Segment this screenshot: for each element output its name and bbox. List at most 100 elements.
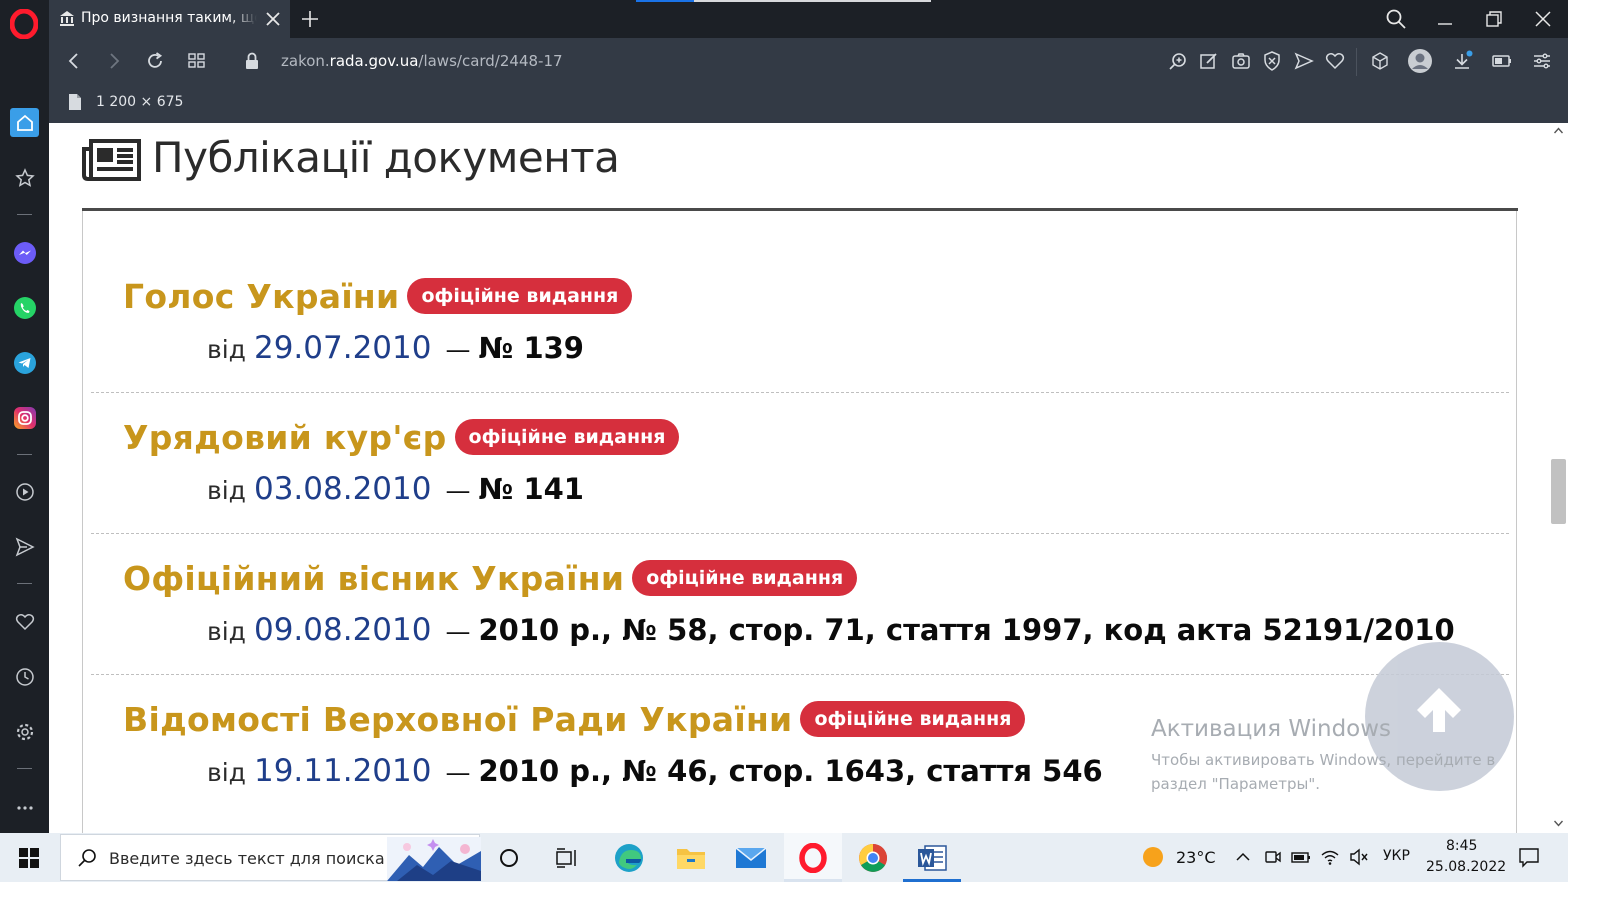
official-badge: офіційне видання [454,419,680,455]
home-icon[interactable] [10,108,39,137]
chevron-up-icon[interactable] [1233,847,1253,867]
dash: — [445,758,471,787]
dash: — [445,476,471,505]
battery-saver-icon[interactable] [1491,50,1513,72]
opera-logo-icon[interactable] [10,9,38,39]
tab-active[interactable]: Про визнання таким, що втратив чинність [49,0,290,38]
star-icon[interactable] [10,163,39,192]
history-icon[interactable] [10,662,39,691]
from-label: від [207,476,246,505]
page-title: Публікації документа [152,133,620,182]
telegram-icon[interactable] [10,348,39,377]
whatsapp-icon[interactable] [10,293,39,322]
activation-text: Чтобы активировать Windows, перейдите в … [1151,751,1496,793]
close-tab-icon[interactable] [263,9,283,29]
publication-name[interactable]: Голос України [123,277,399,316]
folder-icon [677,848,705,869]
activation-title: Активация Windows [1151,716,1392,742]
file-explorer-app[interactable] [662,833,720,882]
publication-date[interactable]: 19.11.2010 [254,753,432,789]
instagram-icon[interactable] [10,403,39,432]
notification-center-icon[interactable] [1518,846,1540,868]
publication-date[interactable]: 29.07.2010 [254,330,432,366]
extensions-icon[interactable] [1369,50,1391,72]
toolbar-divider [1356,48,1357,76]
scroll-thumb[interactable] [1551,459,1566,524]
player-icon[interactable] [10,477,39,506]
publication-name[interactable]: Урядовий кур'єр [123,418,447,457]
from-label: від [207,617,246,646]
tabs-overview-icon[interactable] [186,50,208,72]
publication-number: № 139 [478,331,584,365]
heart-icon[interactable] [10,607,39,636]
edge-icon [615,843,643,872]
share-icon[interactable] [1293,50,1315,72]
heading-divider [82,208,1518,211]
from-label: від [207,335,246,364]
url-text[interactable]: zakon.rada.gov.ua/laws/card/2448-17 [281,52,563,70]
minimize-icon[interactable] [1433,7,1457,31]
windows-logo-icon [19,847,39,868]
adblock-icon[interactable] [1261,50,1283,72]
easy-setup-icon[interactable] [1531,50,1553,72]
scroll-down-arrow-icon[interactable] [1554,820,1563,827]
dash: — [445,617,471,646]
official-badge: офіційне видання [800,701,1026,737]
close-window-icon[interactable] [1531,7,1555,31]
download-icon[interactable] [1451,50,1473,72]
settings-icon[interactable] [10,717,39,746]
zoom-icon[interactable] [1167,50,1189,72]
language-indicator[interactable]: УКР [1383,848,1410,864]
more-icon[interactable] [10,793,39,822]
rada-favicon-icon [60,11,74,26]
clock-date[interactable]: 25.08.2022 [1426,859,1506,875]
opera-app[interactable] [784,833,842,882]
task-view-button[interactable] [480,833,538,882]
official-badge: офіційне видання [407,278,633,314]
forward-icon[interactable] [103,50,125,72]
publication-date[interactable]: 03.08.2010 [254,471,432,507]
edit-icon[interactable] [1198,50,1220,72]
battery-icon[interactable] [1291,847,1311,867]
camera-icon[interactable] [1230,50,1252,72]
sidebar-divider [17,583,32,584]
sidebar-divider [17,768,32,769]
scroll-up-arrow-icon[interactable] [1554,127,1563,134]
edge-app[interactable] [600,833,658,882]
official-badge: офіційне видання [632,560,858,596]
start-button[interactable] [0,833,58,882]
profile-avatar-icon[interactable] [1407,48,1433,74]
tab-strip: Про визнання таким, що втратив чинність [49,0,1568,38]
wifi-icon[interactable] [1320,847,1340,867]
publication-name[interactable]: Відомості Верховної Ради України [123,700,792,739]
new-tab-icon[interactable] [299,8,321,30]
send-icon[interactable] [10,532,39,561]
mail-app[interactable] [722,833,780,882]
mail-icon [735,846,767,868]
page-scrollbar[interactable] [1549,123,1568,833]
bookmark-heart-icon[interactable] [1324,50,1346,72]
back-icon[interactable] [63,50,85,72]
restore-icon[interactable] [1482,7,1506,31]
word-app[interactable] [903,833,961,882]
search-tabs-icon[interactable] [1384,7,1408,31]
volume-muted-icon[interactable] [1349,847,1369,867]
newspaper-icon [82,139,141,181]
publication-date[interactable]: 09.08.2010 [254,612,432,648]
taskbar-search[interactable]: Введите здесь текст для поиска [60,834,481,881]
image-dimensions: 1 200 × 675 [96,94,184,110]
weather-temperature[interactable]: 23°C [1176,848,1216,867]
box-border [82,211,83,833]
entry-divider [91,392,1509,393]
reload-icon[interactable] [144,50,166,72]
windows-taskbar: Введите здесь текст для поиска 23°C УКР … [0,833,1568,882]
weather-sun-icon[interactable] [1141,845,1165,869]
from-label: від [207,758,246,787]
publication-name[interactable]: Офіційний вісник України [123,559,624,598]
clock-time[interactable]: 8:45 [1446,838,1477,854]
messenger-icon[interactable] [10,238,39,267]
timeline-button[interactable] [538,833,596,882]
lock-icon[interactable] [241,50,263,72]
chrome-app[interactable] [844,833,902,882]
meet-now-icon[interactable] [1263,847,1283,867]
